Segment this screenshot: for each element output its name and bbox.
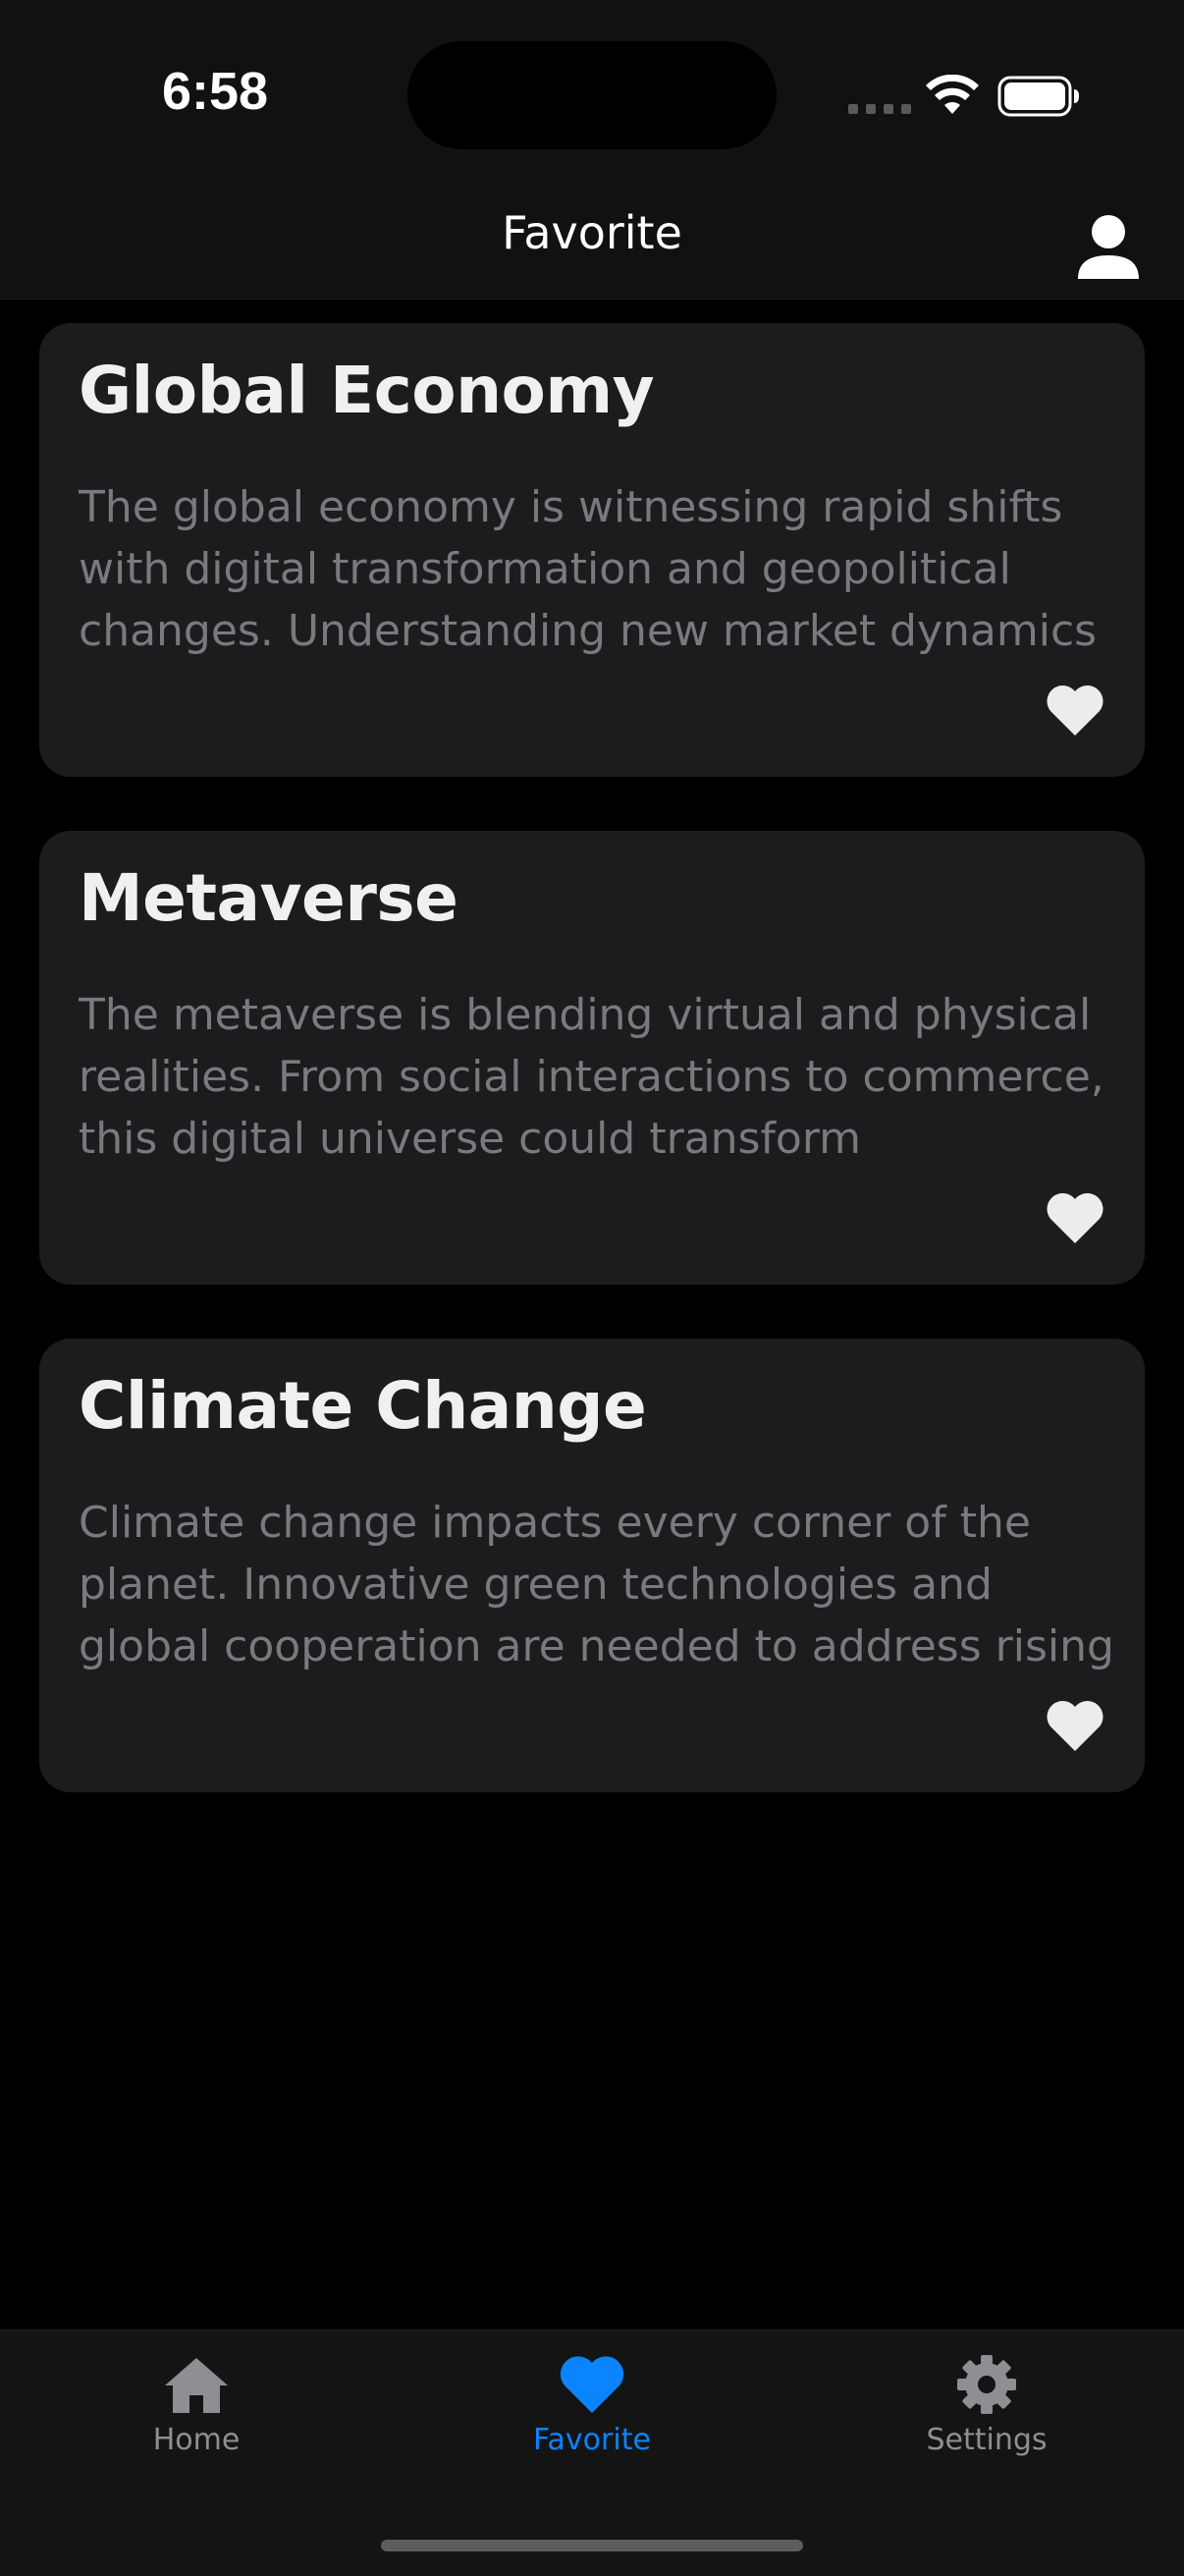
heart-icon[interactable] bbox=[1045, 1698, 1105, 1753]
gear-icon bbox=[957, 2355, 1016, 2414]
tab-favorite[interactable]: Favorite bbox=[445, 2354, 739, 2492]
tab-label: Settings bbox=[926, 2423, 1048, 2457]
tab-home[interactable]: Home bbox=[49, 2354, 344, 2492]
tab-settings[interactable]: Settings bbox=[839, 2354, 1134, 2492]
card-excerpt: The global economy is witnessing rapid s… bbox=[79, 482, 1098, 656]
dynamic-island bbox=[407, 41, 777, 149]
battery-icon bbox=[997, 76, 1079, 117]
wifi-icon bbox=[926, 75, 979, 114]
cellular-signal-icon bbox=[848, 104, 911, 114]
card-excerpt: The metaverse is blending virtual and ph… bbox=[79, 990, 1104, 1164]
article-card[interactable]: Global Economy The global economy is wit… bbox=[39, 323, 1145, 777]
status-bar: 6:58 bbox=[0, 0, 1184, 187]
home-indicator[interactable] bbox=[381, 2540, 803, 2551]
card-title: Global Economy bbox=[79, 353, 655, 428]
article-card[interactable]: Climate Change Climate change impacts ev… bbox=[39, 1339, 1145, 1792]
heart-icon[interactable] bbox=[1045, 683, 1105, 738]
house-icon bbox=[165, 2358, 228, 2413]
tab-label: Favorite bbox=[533, 2423, 651, 2457]
card-excerpt: Climate change impacts every corner of t… bbox=[79, 1498, 1114, 1672]
heart-icon bbox=[560, 2356, 624, 2413]
article-card[interactable]: Metaverse The metaverse is blending virt… bbox=[39, 831, 1145, 1285]
heart-icon[interactable] bbox=[1045, 1190, 1105, 1245]
navigation-bar: Favorite bbox=[0, 187, 1184, 300]
card-title: Metaverse bbox=[79, 860, 458, 936]
page-title: Favorite bbox=[502, 206, 682, 259]
person-icon[interactable] bbox=[1070, 210, 1147, 287]
status-time: 6:58 bbox=[162, 62, 269, 121]
tab-label: Home bbox=[152, 2423, 241, 2457]
card-title: Climate Change bbox=[79, 1368, 647, 1444]
